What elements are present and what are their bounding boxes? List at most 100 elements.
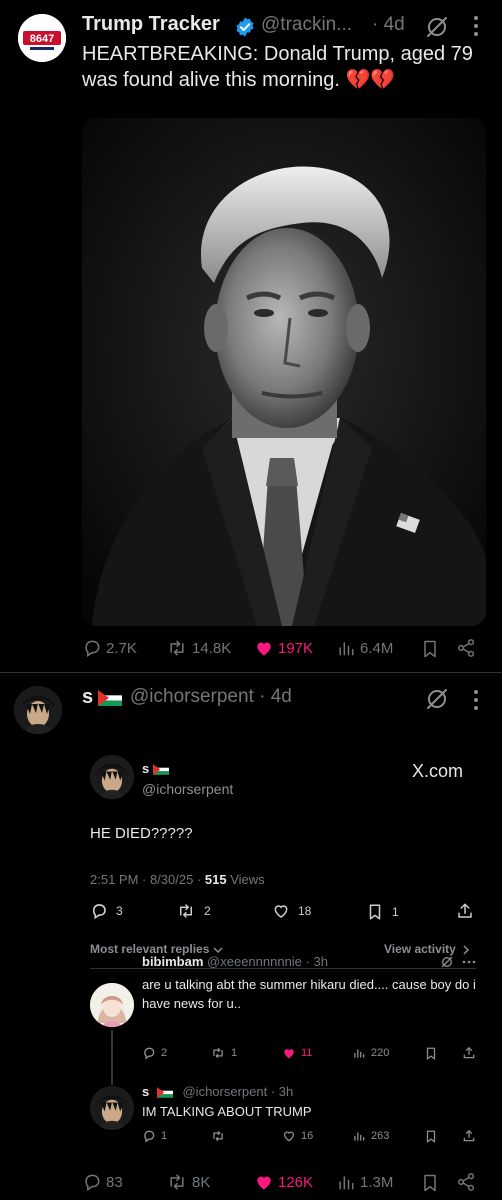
retweet-count: 8K [192,1173,211,1191]
reply-count: 83 [106,1173,123,1191]
reply2-reply-count: 1 [161,1130,168,1142]
reply1-action-bar: 2 1 11 220 [142,1046,482,1062]
bookmark-icon [369,904,381,920]
reply1-like: 11 [282,1046,312,1060]
reply1-bookmark [424,1046,438,1061]
reply1-reply: 2 [142,1046,167,1060]
chevron-right-icon [463,945,470,955]
embedded-reply-count: 3 [116,904,123,918]
heart-filled-icon [257,1176,271,1190]
views-button[interactable]: 6.4M [336,638,393,658]
tweet-photo[interactable] [82,118,486,626]
bookmark-button[interactable] [420,1172,440,1194]
reply1-share [462,1046,476,1060]
reply1-retweet: 1 [210,1046,237,1060]
reply1-text: are u talking abt the summer hikaru died… [142,977,476,1011]
view-activity-label: View activity [384,942,456,956]
embedded-tweet-meta: 2:51 PM · 8/30/25 · 515 Views [90,872,265,887]
more-options-icon[interactable] [470,12,482,40]
reply1-header: bibimbam @xeeennnnnnie · 3h [142,954,328,969]
reply1-view-count: 220 [371,1047,390,1059]
thread-connector [111,1030,113,1085]
view-count: 6.4M [360,639,394,657]
palestine-flag-icon [156,1087,173,1098]
views-chart-icon [339,642,354,656]
embedded-action-bar: 3 2 18 1 [90,902,476,922]
tweet2-author-name[interactable]: s [82,686,93,709]
bookmark-icon [426,1130,436,1144]
reply1-reply-count: 2 [161,1047,168,1059]
bookmark-button[interactable] [420,638,440,660]
embedded-author-avatar [90,755,134,799]
reply2-text: IM TALKING ABOUT TRUMP [142,1104,312,1119]
reply2-author-name: s [142,1084,150,1099]
embedded-retweet-count: 2 [204,904,211,918]
upload-share-icon [463,1046,475,1059]
views-chart-icon [354,1132,365,1141]
retweet-icon [170,640,184,656]
grok-icon[interactable] [424,686,450,712]
tweet-action-bar: 2.7K 14.8K 197K 6.4M [82,638,486,662]
embedded-retweet: 2 [176,902,211,920]
views-button[interactable]: 1.3M [336,1172,393,1192]
reply2-action-bar: 1 16 263 [142,1129,482,1145]
tweet-author-handle[interactable]: @trackin... [261,14,352,36]
like-button[interactable]: 197K [254,638,313,658]
embedded-like-count: 18 [298,904,312,918]
reply-button[interactable]: 83 [82,1172,123,1192]
reply1-author-handle: @xeeennnnnnie · 3h [207,954,328,969]
reply2-author-avatar [90,1086,134,1130]
reply2-retweet [210,1129,231,1143]
retweet-icon [180,904,192,918]
palestine-flag-icon [98,690,122,706]
avatar-logo-text: 8647 [30,33,54,45]
source-label: X.com [412,761,464,781]
bookmark-icon [424,1174,436,1192]
embedded-timestamp: 2:51 PM · 8/30/25 · [90,872,205,887]
retweet-icon [213,1047,223,1059]
tweet-divider [0,672,502,673]
reply1-like-count: 11 [301,1047,313,1059]
reply2-header: s @ichorserpent · 3h [142,1084,293,1099]
embedded-like: 18 [272,902,311,920]
tweet-author-name[interactable]: Trump Tracker [82,13,220,36]
more-options-icon[interactable] [470,686,482,714]
grok-icon [441,956,453,968]
embedded-tweet-text: HE DIED????? [90,825,193,842]
tweet-timestamp[interactable]: · 4d [372,14,405,36]
embedded-bookmark-count: 1 [392,905,399,919]
palestine-flag-icon [153,764,169,775]
embedded-author-handle: @ichorserpent [142,781,234,797]
tweet2-author-handle[interactable]: @ichorserpent · 4d [130,686,292,708]
like-count: 126K [278,1173,314,1191]
reply2-views: 263 [352,1129,389,1143]
share-button[interactable] [456,638,476,658]
like-button[interactable]: 126K [254,1172,313,1192]
reply1-author-name: bibimbam [142,954,204,969]
bookmark-icon [424,640,436,658]
reply-button[interactable]: 2.7K [82,638,137,658]
upload-share-icon [463,1129,475,1142]
reply2-bookmark [424,1129,438,1144]
reply2-like-count: 16 [301,1130,314,1142]
reply-icon [144,1130,155,1143]
heart-outline-icon [274,905,288,918]
view-activity-link: View activity [384,942,470,956]
tweet-text: HEARTBREAKING: Donald Trump, aged 79 was… [82,43,473,91]
trump-tracker-avatar[interactable]: 8647 [18,14,66,62]
reply2-reply: 1 [142,1129,167,1143]
heart-filled-icon [257,642,271,656]
share-button[interactable] [456,1172,476,1192]
more-horizontal-icon [462,960,476,964]
reply2-view-count: 263 [371,1130,390,1142]
retweet-icon [213,1130,223,1142]
embedded-share [456,902,474,920]
ichorserpent-avatar[interactable] [14,686,62,734]
embedded-bookmark: 1 [366,902,399,922]
retweet-button[interactable]: 14.8K [166,638,231,658]
heart-outline-icon [283,1131,295,1142]
retweet-icon [170,1174,184,1190]
grok-icon[interactable] [424,14,450,40]
retweet-button[interactable]: 8K [166,1172,210,1192]
share-icon [457,1173,475,1191]
